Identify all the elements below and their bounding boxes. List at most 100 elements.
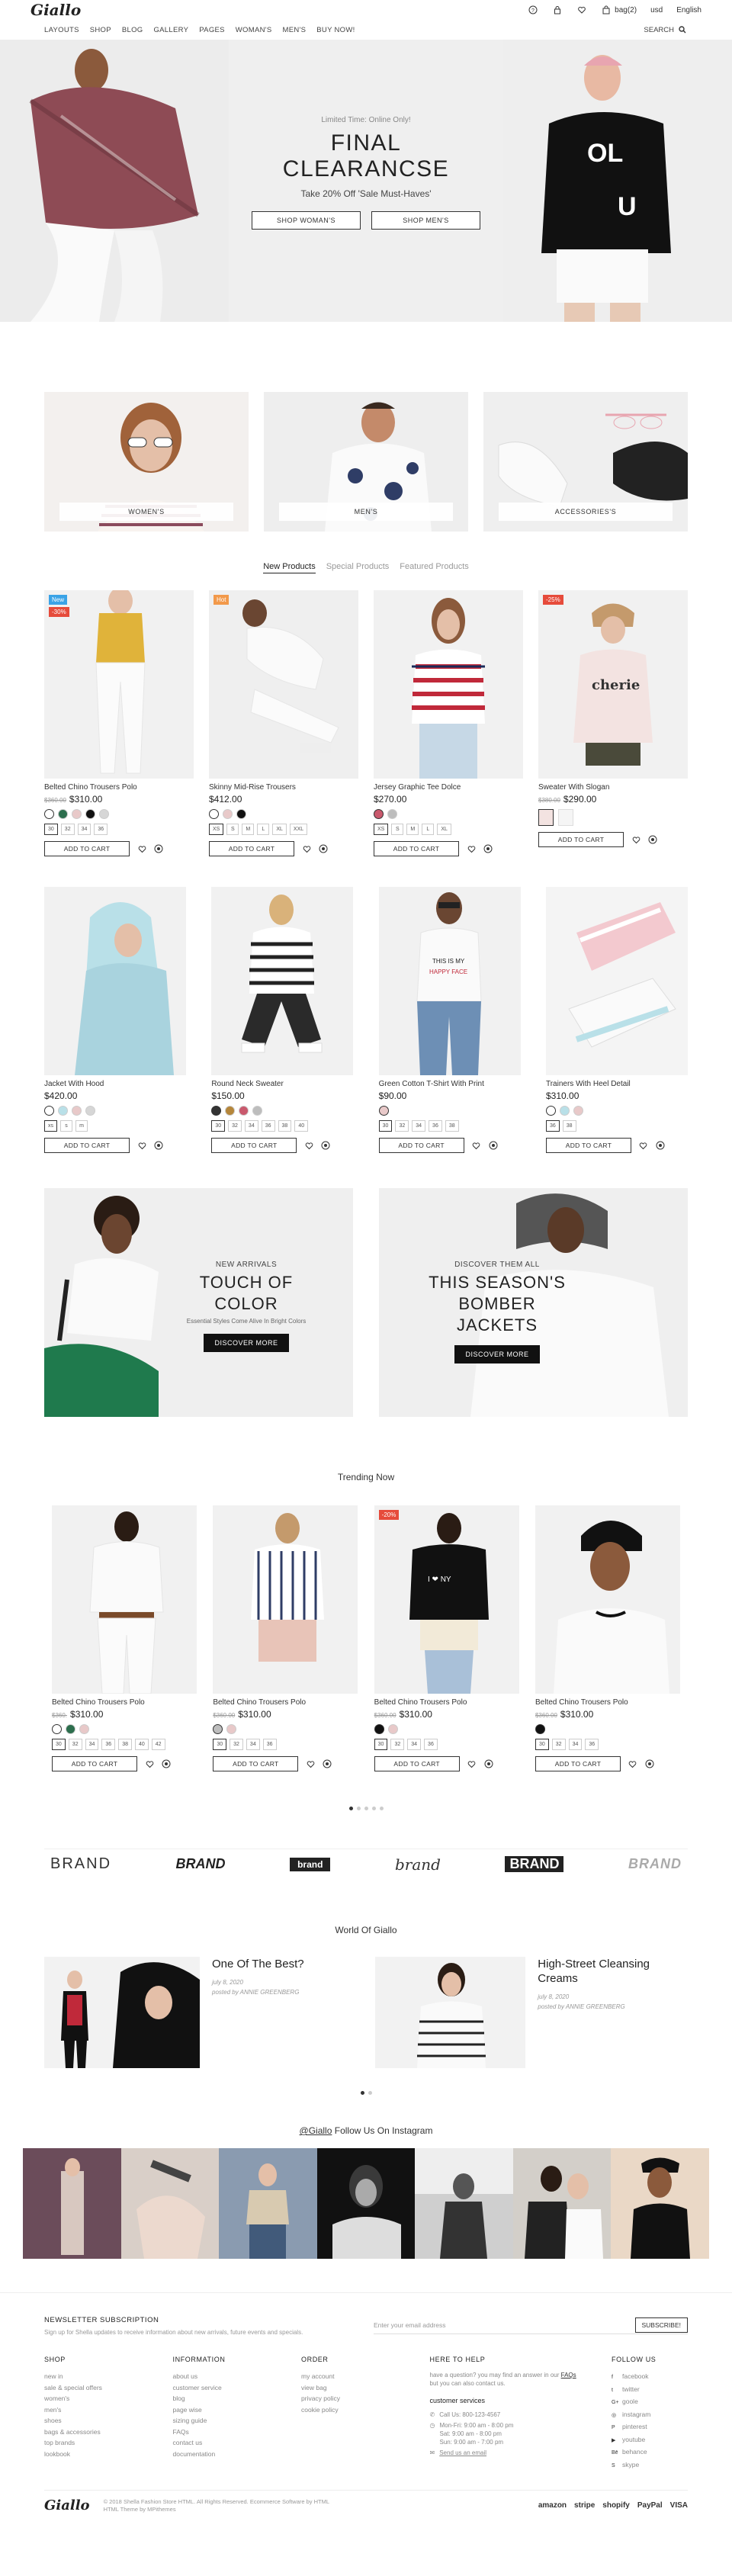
quick-view-icon[interactable] <box>483 844 493 853</box>
add-to-cart-button[interactable]: ADD TO CART <box>44 1138 130 1153</box>
size-option[interactable]: 32 <box>228 1120 242 1132</box>
blog-post-image[interactable] <box>44 1957 200 2068</box>
product-image[interactable]: cherie -25% <box>538 590 688 779</box>
blog-post-title[interactable]: High-Street Cleansing Creams <box>538 1957 688 1986</box>
shop-mens-button[interactable]: SHOP MEN'S <box>371 211 480 230</box>
color-swatch[interactable] <box>535 1724 545 1734</box>
color-swatch[interactable] <box>211 1106 222 1116</box>
product-name[interactable]: Skinny Mid-Rise Trousers <box>209 783 358 792</box>
product-name[interactable]: Belted Chino Trousers Polo <box>535 1698 680 1707</box>
size-option[interactable]: 36 <box>94 824 108 835</box>
footer-link[interactable]: women's <box>44 2393 143 2404</box>
product-name[interactable]: Sweater With Slogan <box>538 783 688 792</box>
color-swatch[interactable] <box>44 809 54 819</box>
size-option[interactable]: 30 <box>213 1739 227 1750</box>
pagination-dot[interactable] <box>364 1807 368 1810</box>
nav-item[interactable]: LAYOUTS <box>44 26 79 34</box>
help-icon[interactable]: ? <box>528 5 538 15</box>
size-option[interactable]: L <box>422 824 435 835</box>
add-to-cart-button[interactable]: ADD TO CART <box>374 841 459 856</box>
add-to-cart-button[interactable]: ADD TO CART <box>209 841 294 856</box>
nav-item[interactable]: WOMAN'S <box>236 26 272 34</box>
size-option[interactable]: 38 <box>445 1120 459 1132</box>
social-link[interactable]: Bē behance <box>612 2446 688 2459</box>
search-link[interactable]: SEARCH <box>644 24 688 35</box>
color-swatch[interactable] <box>79 1724 89 1734</box>
product-image[interactable]: Hot <box>209 590 358 779</box>
footer-link[interactable]: FAQs <box>173 2427 272 2438</box>
discover-more-button[interactable]: DISCOVER MORE <box>204 1334 289 1352</box>
add-to-cart-button[interactable]: ADD TO CART <box>52 1756 137 1771</box>
color-swatch[interactable] <box>573 1106 583 1116</box>
add-to-cart-button[interactable]: ADD TO CART <box>44 841 130 856</box>
quick-view-icon[interactable] <box>323 1759 332 1768</box>
quick-view-icon[interactable] <box>489 1141 498 1150</box>
color-swatch[interactable] <box>378 1106 389 1116</box>
variant-thumb[interactable] <box>538 809 554 826</box>
bag-link[interactable]: bag(2) <box>601 5 637 15</box>
add-to-cart-button[interactable]: ADD TO CART <box>213 1756 299 1771</box>
size-option[interactable]: 32 <box>395 1120 409 1132</box>
pagination-dot[interactable] <box>371 1807 376 1810</box>
footer-link[interactable]: top brands <box>44 2437 143 2449</box>
color-swatch[interactable] <box>545 1106 556 1116</box>
color-swatch[interactable] <box>72 1106 82 1116</box>
heart-icon[interactable] <box>304 1141 313 1150</box>
size-option[interactable]: 30 <box>52 1739 66 1750</box>
quick-view-icon[interactable] <box>321 1141 330 1150</box>
size-option[interactable]: 34 <box>77 824 92 835</box>
size-option[interactable]: 30 <box>44 824 58 835</box>
footer-link[interactable]: privacy policy <box>301 2393 400 2404</box>
language-select[interactable]: English <box>676 6 702 14</box>
instagram-photo[interactable] <box>23 2148 121 2259</box>
size-option[interactable]: 34 <box>244 1120 258 1132</box>
color-swatch[interactable] <box>99 809 109 819</box>
size-option[interactable]: 32 <box>551 1739 566 1750</box>
color-swatch[interactable] <box>85 809 95 819</box>
color-swatch[interactable] <box>44 1106 54 1116</box>
tab-featured-products[interactable]: Featured Products <box>400 562 469 573</box>
size-option[interactable]: 36 <box>101 1739 116 1750</box>
color-swatch[interactable] <box>66 1724 75 1734</box>
quick-view-icon[interactable] <box>648 835 657 844</box>
social-link[interactable]: f facebook <box>612 2371 688 2384</box>
heart-icon[interactable] <box>137 844 146 853</box>
product-image[interactable] <box>52 1505 197 1694</box>
instagram-photo[interactable] <box>611 2148 710 2259</box>
footer-link[interactable]: about us <box>173 2371 272 2382</box>
heart-icon[interactable] <box>145 1759 154 1768</box>
size-option[interactable]: m <box>75 1120 88 1132</box>
category-accessories[interactable]: ACCESSORIES'S <box>483 392 688 532</box>
promo-bomber-jackets[interactable]: DISCOVER THEM ALL THIS SEASON'S BOMBER J… <box>379 1188 688 1417</box>
product-image[interactable] <box>374 590 523 779</box>
product-name[interactable]: Belted Chino Trousers Polo <box>213 1698 358 1707</box>
footer-link[interactable]: view bag <box>301 2382 400 2394</box>
instagram-photo[interactable] <box>316 2148 416 2259</box>
brand-logo[interactable]: BRAND <box>50 1855 111 1873</box>
add-to-cart-button[interactable]: ADD TO CART <box>211 1138 297 1153</box>
footer-link[interactable]: page wise <box>173 2404 272 2416</box>
shop-womens-button[interactable]: SHOP WOMAN'S <box>252 211 361 230</box>
color-swatch[interactable] <box>387 809 397 819</box>
size-option[interactable]: L <box>257 824 270 835</box>
brand-logo[interactable]: BRAND <box>628 1856 682 1872</box>
pagination-dot[interactable] <box>368 2091 372 2095</box>
size-option[interactable]: 36 <box>261 1120 275 1132</box>
footer-link[interactable]: new in <box>44 2371 143 2382</box>
instagram-photo[interactable] <box>512 2148 612 2259</box>
size-option[interactable]: XS <box>374 824 389 835</box>
size-option[interactable]: XXL <box>289 824 308 835</box>
social-link[interactable]: t twitter <box>612 2384 688 2397</box>
add-to-cart-button[interactable]: ADD TO CART <box>545 1138 631 1153</box>
footer-link[interactable]: lookbook <box>44 2449 143 2460</box>
heart-icon[interactable] <box>467 844 476 853</box>
quick-view-icon[interactable] <box>484 1759 493 1768</box>
heart-icon[interactable] <box>472 1141 481 1150</box>
nav-item[interactable]: PAGES <box>199 26 225 34</box>
footer-link[interactable]: sizing guide <box>173 2415 272 2427</box>
product-name[interactable]: Jersey Graphic Tee Dolce <box>374 783 523 792</box>
footer-link[interactable]: blog <box>173 2393 272 2404</box>
product-image[interactable] <box>44 887 186 1075</box>
add-to-cart-button[interactable]: ADD TO CART <box>374 1756 460 1771</box>
size-option[interactable]: S <box>226 824 239 835</box>
